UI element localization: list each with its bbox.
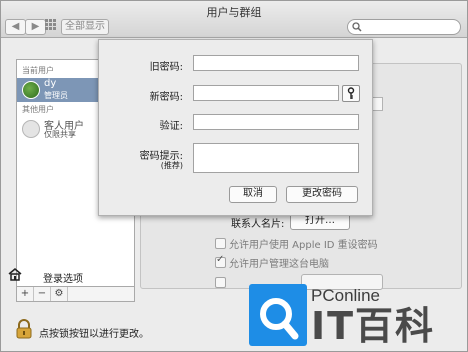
password-hint-field[interactable] <box>193 143 359 173</box>
change-password-sheet: 旧密码: 新密码: 验证: 密码提示: (推荐) 取消 更改密码 <box>98 39 373 216</box>
cancel-button[interactable]: 取消 <box>229 186 277 203</box>
show-all-button[interactable]: 全部显示 <box>61 19 109 35</box>
lock-message: 点按锁按钮以进行更改。 <box>39 329 149 340</box>
new-password-label: 新密码: <box>149 92 183 103</box>
gear-icon[interactable]: ⚙ <box>51 287 68 301</box>
current-users-label: 当前用户 <box>22 66 54 75</box>
allow-admin-label: 允许用户管理这台电脑 <box>229 259 329 270</box>
password-assistant-button[interactable] <box>342 85 360 102</box>
window-title: 用户与群组 <box>206 6 262 19</box>
guest-avatar <box>22 120 40 138</box>
new-password-field[interactable] <box>193 85 339 101</box>
grid-icon[interactable] <box>45 19 57 31</box>
login-options-item[interactable]: 登录选项 <box>43 270 83 285</box>
user-name: dy <box>44 78 57 89</box>
forward-button[interactable]: ▶ <box>25 19 46 35</box>
lock-icon[interactable] <box>15 319 33 339</box>
pconline-watermark: PConline IT百科 <box>249 284 457 348</box>
allow-apple-id-label: 允许用户使用 Apple ID 重设密码 <box>229 240 378 251</box>
old-password-field[interactable] <box>193 55 359 71</box>
verify-label: 验证: <box>159 121 183 132</box>
user-role: 仅限共享 <box>44 130 76 139</box>
watermark-brand: PConline <box>311 286 380 305</box>
user-role: 管理员 <box>44 91 68 100</box>
house-icon <box>8 268 22 281</box>
back-button[interactable]: ◀ <box>5 19 26 35</box>
sidebar-toolbar: + − ⚙ <box>16 286 135 302</box>
parental-controls-checkbox[interactable] <box>215 277 226 288</box>
avatar <box>22 81 40 99</box>
old-password-label: 旧密码: <box>149 62 183 73</box>
pconline-logo-icon <box>249 284 307 346</box>
title-bar: 用户与群组 ◀ ▶ 全部显示 <box>1 1 467 38</box>
search-input[interactable] <box>347 19 461 35</box>
verify-password-field[interactable] <box>193 114 359 130</box>
search-icon <box>352 22 362 32</box>
watermark-cn: IT百科 <box>311 304 436 348</box>
allow-apple-id-checkbox[interactable] <box>215 238 226 249</box>
other-users-label: 其他用户 <box>22 105 54 114</box>
remove-user-button[interactable]: − <box>34 287 51 301</box>
allow-admin-checkbox[interactable] <box>215 254 226 268</box>
password-hint-note: (推荐) <box>160 161 183 170</box>
key-icon <box>347 87 355 99</box>
users-groups-window: 用户与群组 ◀ ▶ 全部显示 当前用户 dy 管理员 其他用户 客人用户 仅限共… <box>0 0 468 352</box>
contact-card-label: 联系人名片: <box>231 219 285 230</box>
change-password-button[interactable]: 更改密码 <box>286 186 358 203</box>
add-user-button[interactable]: + <box>17 287 34 301</box>
